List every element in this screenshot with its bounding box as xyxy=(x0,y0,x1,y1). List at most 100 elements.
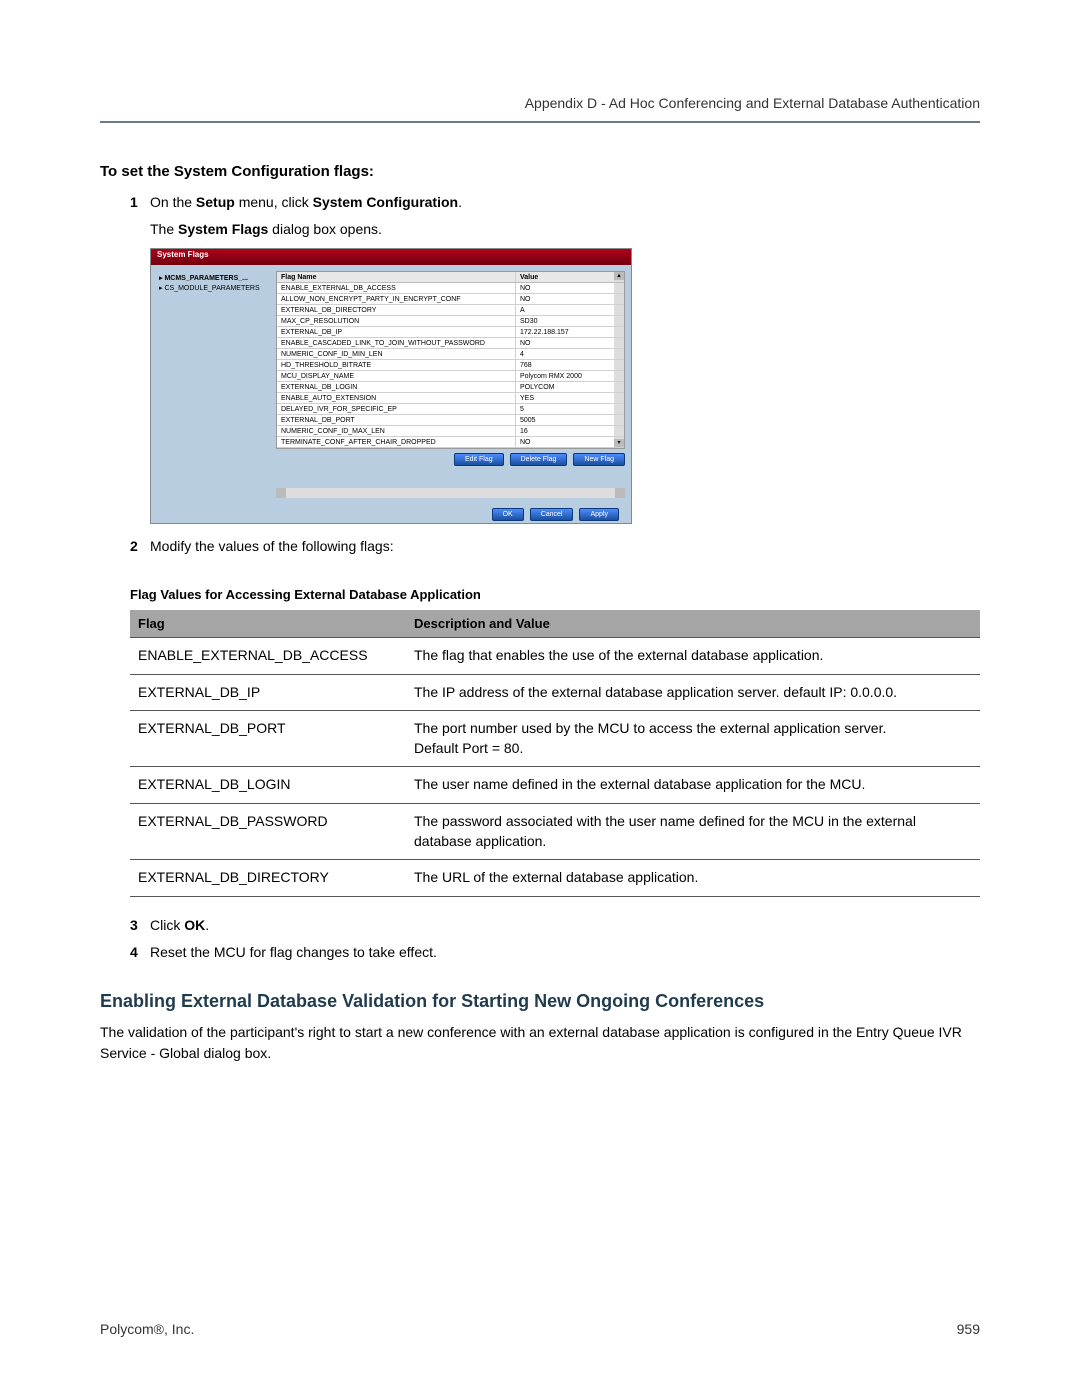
flag-value-cell: POLYCOM xyxy=(515,382,614,392)
table-row: ENABLE_EXTERNAL_DB_ACCESSThe flag that e… xyxy=(130,638,980,675)
td-flag: EXTERNAL_DB_PORT xyxy=(130,711,406,767)
bold: Setup xyxy=(196,194,235,210)
table-row: EXTERNAL_DB_IPThe IP address of the exte… xyxy=(130,674,980,711)
td-flag: EXTERNAL_DB_PASSWORD xyxy=(130,803,406,859)
ok-button[interactable]: OK xyxy=(492,508,524,521)
th-desc: Description and Value xyxy=(406,610,980,638)
flag-value-cell: 768 xyxy=(515,360,614,370)
text: Click xyxy=(150,917,184,933)
td-desc: The URL of the external database applica… xyxy=(406,860,980,897)
flag-name-cell: ALLOW_NON_ENCRYPT_PARTY_IN_ENCRYPT_CONF xyxy=(277,294,515,304)
flag-row[interactable]: ALLOW_NON_ENCRYPT_PARTY_IN_ENCRYPT_CONFN… xyxy=(277,294,624,305)
footer-page-number: 959 xyxy=(957,1321,980,1337)
flag-name-cell: EXTERNAL_DB_DIRECTORY xyxy=(277,305,515,315)
step-1-number: 1 xyxy=(130,192,150,213)
td-flag: EXTERNAL_DB_LOGIN xyxy=(130,767,406,804)
flag-row[interactable]: NUMERIC_CONF_ID_MAX_LEN16 xyxy=(277,426,624,437)
text: menu, click xyxy=(235,194,313,210)
table-row: EXTERNAL_DB_PORTThe port number used by … xyxy=(130,711,980,767)
paragraph: The validation of the participant's righ… xyxy=(100,1022,980,1064)
td-desc: The port number used by the MCU to acces… xyxy=(406,711,980,767)
flag-value-cell: SD30 xyxy=(515,316,614,326)
step-4-text: Reset the MCU for flag changes to take e… xyxy=(150,942,980,963)
scroll-down-icon[interactable]: ▾ xyxy=(614,439,624,447)
td-flag: ENABLE_EXTERNAL_DB_ACCESS xyxy=(130,638,406,675)
tree-label: MCMS_PARAMETERS_... xyxy=(164,275,248,282)
text: . xyxy=(458,194,462,210)
dialog-tree: ▸ MCMS_PARAMETERS_... ▸ CS_MODULE_PARAME… xyxy=(157,271,276,498)
apply-button[interactable]: Apply xyxy=(579,508,619,521)
step-3-text: Click OK. xyxy=(150,915,980,936)
system-flags-dialog: System Flags ▸ MCMS_PARAMETERS_... ▸ CS_… xyxy=(150,248,632,524)
flag-row[interactable]: DELAYED_IVR_FOR_SPECIFIC_EP5 xyxy=(277,404,624,415)
flag-value-cell: NO xyxy=(515,437,614,447)
flag-value-cell: A xyxy=(515,305,614,315)
delete-flag-button[interactable]: Delete Flag xyxy=(510,453,568,466)
flag-name-cell: TERMINATE_CONF_AFTER_CHAIR_DROPPED xyxy=(277,437,515,447)
footer-company: Polycom®, Inc. xyxy=(100,1321,194,1337)
flag-row[interactable]: EXTERNAL_DB_LOGINPOLYCOM xyxy=(277,382,624,393)
new-flag-button[interactable]: New Flag xyxy=(573,453,625,466)
flag-name-cell: MAX_CP_RESOLUTION xyxy=(277,316,515,326)
tree-label: CS_MODULE_PARAMETERS xyxy=(164,285,259,292)
scroll-up-icon[interactable]: ▴ xyxy=(614,272,624,280)
flag-table: Flag Name Value ▴ ENABLE_EXTERNAL_DB_ACC… xyxy=(276,271,625,449)
flag-value-cell: NO xyxy=(515,338,614,348)
flag-value-cell: NO xyxy=(515,294,614,304)
col-header-name[interactable]: Flag Name xyxy=(277,272,515,282)
step-2-number: 2 xyxy=(130,536,150,557)
flag-name-cell: MCU_DISPLAY_NAME xyxy=(277,371,515,381)
flag-row[interactable]: EXTERNAL_DB_DIRECTORYA xyxy=(277,305,624,316)
td-flag: EXTERNAL_DB_DIRECTORY xyxy=(130,860,406,897)
flag-name-cell: HD_THRESHOLD_BITRATE xyxy=(277,360,515,370)
flag-name-cell: NUMERIC_CONF_ID_MIN_LEN xyxy=(277,349,515,359)
td-desc: The password associated with the user na… xyxy=(406,803,980,859)
td-desc: The IP address of the external database … xyxy=(406,674,980,711)
flag-value-cell: 172.22.188.157 xyxy=(515,327,614,337)
step-2-text: Modify the values of the following flags… xyxy=(150,536,980,557)
tree-item[interactable]: ▸ CS_MODULE_PARAMETERS xyxy=(159,283,274,293)
bold: System Configuration xyxy=(313,194,458,210)
flag-row[interactable]: ENABLE_CASCADED_LINK_TO_JOIN_WITHOUT_PAS… xyxy=(277,338,624,349)
flag-description-table: Flag Description and Value ENABLE_EXTERN… xyxy=(130,610,980,897)
table-row: EXTERNAL_DB_DIRECTORYThe URL of the exte… xyxy=(130,860,980,897)
text: On the xyxy=(150,194,196,210)
flag-row[interactable]: NUMERIC_CONF_ID_MIN_LEN4 xyxy=(277,349,624,360)
td-flag: EXTERNAL_DB_IP xyxy=(130,674,406,711)
step-1-text: On the Setup menu, click System Configur… xyxy=(150,192,980,213)
step-3-number: 3 xyxy=(130,915,150,936)
flag-row[interactable]: HD_THRESHOLD_BITRATE768 xyxy=(277,360,624,371)
edit-flag-button[interactable]: Edit Flag xyxy=(454,453,504,466)
flag-row[interactable]: TERMINATE_CONF_AFTER_CHAIR_DROPPEDNO▾ xyxy=(277,437,624,448)
flag-value-cell: 5005 xyxy=(515,415,614,425)
flag-row[interactable]: ENABLE_AUTO_EXTENSIONYES xyxy=(277,393,624,404)
td-desc: The user name defined in the external da… xyxy=(406,767,980,804)
flag-row[interactable]: ENABLE_EXTERNAL_DB_ACCESSNO xyxy=(277,283,624,294)
horizontal-scrollbar[interactable] xyxy=(276,488,625,498)
flag-name-cell: ENABLE_CASCADED_LINK_TO_JOIN_WITHOUT_PAS… xyxy=(277,338,515,348)
col-header-value[interactable]: Value xyxy=(515,272,614,282)
table-caption: Flag Values for Accessing External Datab… xyxy=(130,587,980,602)
tree-item[interactable]: ▸ MCMS_PARAMETERS_... xyxy=(159,273,274,283)
heading-2: Enabling External Database Validation fo… xyxy=(100,991,980,1012)
table-row: EXTERNAL_DB_PASSWORDThe password associa… xyxy=(130,803,980,859)
td-desc: The flag that enables the use of the ext… xyxy=(406,638,980,675)
flag-row[interactable]: MAX_CP_RESOLUTIONSD30 xyxy=(277,316,624,327)
flag-row[interactable]: EXTERNAL_DB_IP172.22.188.157 xyxy=(277,327,624,338)
cancel-button[interactable]: Cancel xyxy=(530,508,574,521)
flag-name-cell: EXTERNAL_DB_IP xyxy=(277,327,515,337)
flag-value-cell: 4 xyxy=(515,349,614,359)
flag-row[interactable]: EXTERNAL_DB_PORT5005 xyxy=(277,415,624,426)
flag-row[interactable]: MCU_DISPLAY_NAMEPolycom RMX 2000 xyxy=(277,371,624,382)
flag-name-cell: EXTERNAL_DB_LOGIN xyxy=(277,382,515,392)
step-4-number: 4 xyxy=(130,942,150,963)
flag-name-cell: NUMERIC_CONF_ID_MAX_LEN xyxy=(277,426,515,436)
bold: OK xyxy=(184,917,205,933)
text: dialog box opens. xyxy=(268,221,382,237)
flag-name-cell: DELAYED_IVR_FOR_SPECIFIC_EP xyxy=(277,404,515,414)
flag-value-cell: 16 xyxy=(515,426,614,436)
dialog-titlebar: System Flags xyxy=(151,249,631,265)
flag-name-cell: EXTERNAL_DB_PORT xyxy=(277,415,515,425)
bold: System Flags xyxy=(178,221,268,237)
flag-value-cell: YES xyxy=(515,393,614,403)
